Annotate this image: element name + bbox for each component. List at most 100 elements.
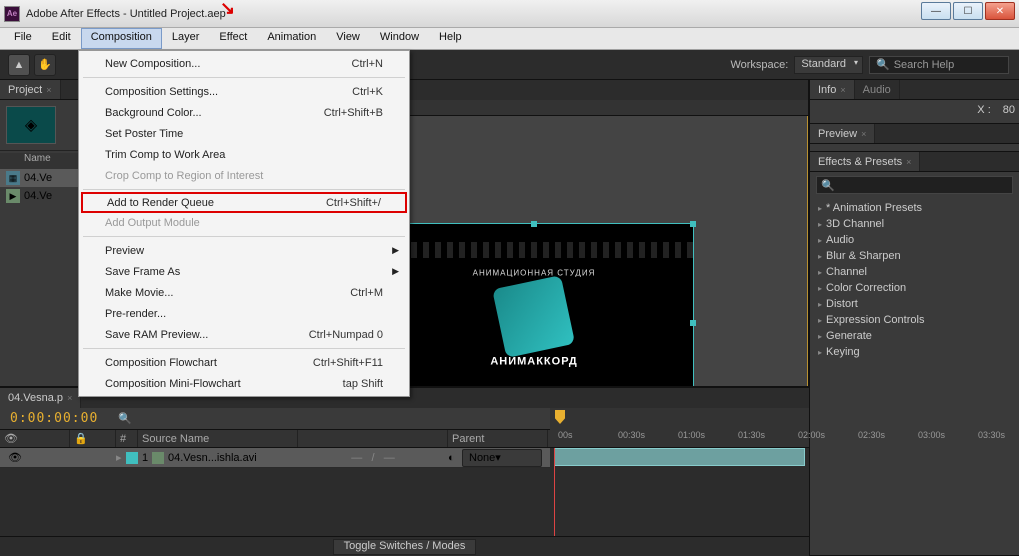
menu-layer[interactable]: Layer [162, 28, 210, 49]
preview-tab[interactable]: Preview× [810, 124, 875, 143]
maximize-button[interactable]: ☐ [953, 2, 983, 20]
menu-item-label: Pre-render... [105, 308, 166, 320]
info-tab[interactable]: Info× [810, 80, 855, 99]
search-help-input[interactable]: 🔍 Search Help [869, 56, 1009, 74]
effects-category[interactable]: ▸ Distort [810, 296, 1019, 312]
menu-shortcut: Ctrl+N [352, 58, 383, 70]
close-icon[interactable]: × [67, 393, 72, 403]
caret-icon: ▸ [818, 300, 822, 309]
effects-category[interactable]: ▸Blur & Sharpen [810, 248, 1019, 264]
timeline-panel: 04.Vesna.p× 0:00:00:00 🔍 👁 🔒 # Source Na… [0, 386, 809, 556]
menu-item[interactable]: Pre-render... [81, 303, 407, 324]
effects-category[interactable]: ▸Expression Controls [810, 312, 1019, 328]
menu-item: Add Output Module [81, 212, 407, 233]
menu-window[interactable]: Window [370, 28, 429, 49]
menu-animation[interactable]: Animation [257, 28, 326, 49]
menu-composition[interactable]: Composition [81, 28, 162, 49]
effects-category[interactable]: ▸3D Channel [810, 216, 1019, 232]
effects-category[interactable]: ▸Keying [810, 344, 1019, 360]
effects-category[interactable]: ▸ Channel [810, 264, 1019, 280]
menu-item[interactable]: Trim Comp to Work Area [81, 144, 407, 165]
info-value: 80 [1003, 104, 1015, 116]
transform-handle[interactable] [531, 221, 537, 227]
project-tab[interactable]: Project× [0, 80, 61, 99]
layer-clip[interactable] [554, 448, 805, 466]
col-number-header: # [120, 433, 126, 445]
menu-item[interactable]: New Composition... Ctrl+N [81, 53, 407, 74]
effects-category[interactable]: ▸Generate [810, 328, 1019, 344]
menu-item[interactable]: Composition Settings...Ctrl+K [81, 81, 407, 102]
menu-edit[interactable]: Edit [42, 28, 81, 49]
studio-title: АНИМАККОРД [473, 355, 596, 367]
eye-icon[interactable]: 👁 [4, 432, 18, 445]
effects-category-label: Channel [826, 266, 867, 278]
timeline-track-area[interactable] [550, 448, 809, 536]
project-thumbnail[interactable]: ◈ [6, 106, 56, 144]
search-help-placeholder: Search Help [894, 59, 955, 71]
menu-item[interactable]: Save Frame As▶ [81, 261, 407, 282]
menu-help[interactable]: Help [429, 28, 472, 49]
timeline-tab[interactable]: 04.Vesna.p× [0, 388, 81, 408]
composition-icon: ▦ [6, 171, 20, 185]
effects-tab-label: Effects & Presets [818, 156, 902, 168]
menu-item: Crop Comp to Region of Interest [81, 165, 407, 186]
audio-tab[interactable]: Audio [855, 80, 900, 99]
effects-category-label: Distort [826, 298, 858, 310]
close-icon[interactable]: × [861, 129, 866, 139]
menu-item-label: Crop Comp to Region of Interest [105, 170, 263, 182]
menu-item[interactable]: Make Movie...Ctrl+M [81, 282, 407, 303]
workspace-value: Standard [801, 58, 846, 70]
lock-icon[interactable]: 🔒 [74, 432, 88, 445]
menu-item[interactable]: Preview▶ [81, 240, 407, 261]
caret-icon: ▸ [818, 284, 822, 293]
menu-item[interactable]: Save RAM Preview...Ctrl+Numpad 0 [81, 324, 407, 345]
transform-handle[interactable] [690, 221, 696, 227]
effects-category-label: Expression Controls [826, 314, 924, 326]
menu-item-label: Add to Render Queue [107, 197, 214, 209]
transform-handle[interactable] [690, 320, 696, 326]
menu-item[interactable]: Composition Mini-Flowcharttap Shift [81, 373, 407, 394]
search-icon[interactable]: 🔍 [118, 412, 132, 425]
close-button[interactable]: ✕ [985, 2, 1015, 20]
menu-item[interactable]: Background Color...Ctrl+Shift+B [81, 102, 407, 123]
effects-search-input[interactable]: 🔍 [816, 176, 1013, 194]
effects-category-label: Audio [826, 234, 854, 246]
timeline-timecode[interactable]: 0:00:00:00 [0, 411, 108, 426]
ruler-tick: 00s [558, 430, 573, 440]
caret-icon: ▸ [818, 268, 822, 277]
caret-icon: ▸ [818, 236, 822, 245]
workspace-dropdown[interactable]: Standard [794, 56, 863, 74]
menu-view[interactable]: View [326, 28, 370, 49]
menu-item[interactable]: Set Poster Time [81, 123, 407, 144]
menu-effect[interactable]: Effect [209, 28, 257, 49]
menu-file[interactable]: File [4, 28, 42, 49]
effects-presets-tab[interactable]: Effects & Presets × [810, 152, 920, 171]
effects-category[interactable]: ▸* Animation Presets [810, 200, 1019, 216]
parent-dropdown[interactable]: None ▾ [462, 449, 542, 467]
menu-item-label: Composition Settings... [105, 86, 218, 98]
menu-item-label: Save RAM Preview... [105, 329, 208, 341]
hand-tool-button[interactable]: ✋ [34, 54, 56, 76]
studio-subtitle: АНИМАЦИОННАЯ СТУДИЯ [473, 268, 596, 277]
ruler-tick: 03:30s [978, 430, 1005, 440]
menu-item-label: New Composition... [105, 58, 200, 70]
close-icon[interactable]: × [906, 157, 911, 167]
close-icon[interactable]: × [46, 85, 51, 95]
menu-shortcut: Ctrl+M [350, 287, 383, 299]
toggle-switches-button[interactable]: Toggle Switches / Modes [333, 539, 477, 555]
time-ruler[interactable]: 00s00:30s01:00s01:30s02:00s02:30s03:00s0… [550, 408, 809, 448]
menu-item[interactable]: Composition FlowchartCtrl+Shift+F11 [81, 352, 407, 373]
eye-icon[interactable]: 👁 [8, 452, 22, 464]
menu-item[interactable]: Add to Render QueueCtrl+Shift+/ [81, 192, 407, 213]
effects-category[interactable]: ▸Color Correction [810, 280, 1019, 296]
project-name-header: Name [24, 153, 51, 169]
ruler-tick: 02:30s [858, 430, 885, 440]
close-icon[interactable]: × [840, 85, 845, 95]
ruler-tick: 03:00s [918, 430, 945, 440]
col-parent-header: Parent [452, 433, 484, 445]
menu-item-label: Save Frame As [105, 266, 180, 278]
minimize-button[interactable]: — [921, 2, 951, 20]
effects-category[interactable]: ▸ Audio [810, 232, 1019, 248]
menu-shortcut: Ctrl+Shift+F11 [313, 357, 383, 369]
selection-tool-button[interactable]: ▲ [8, 54, 30, 76]
